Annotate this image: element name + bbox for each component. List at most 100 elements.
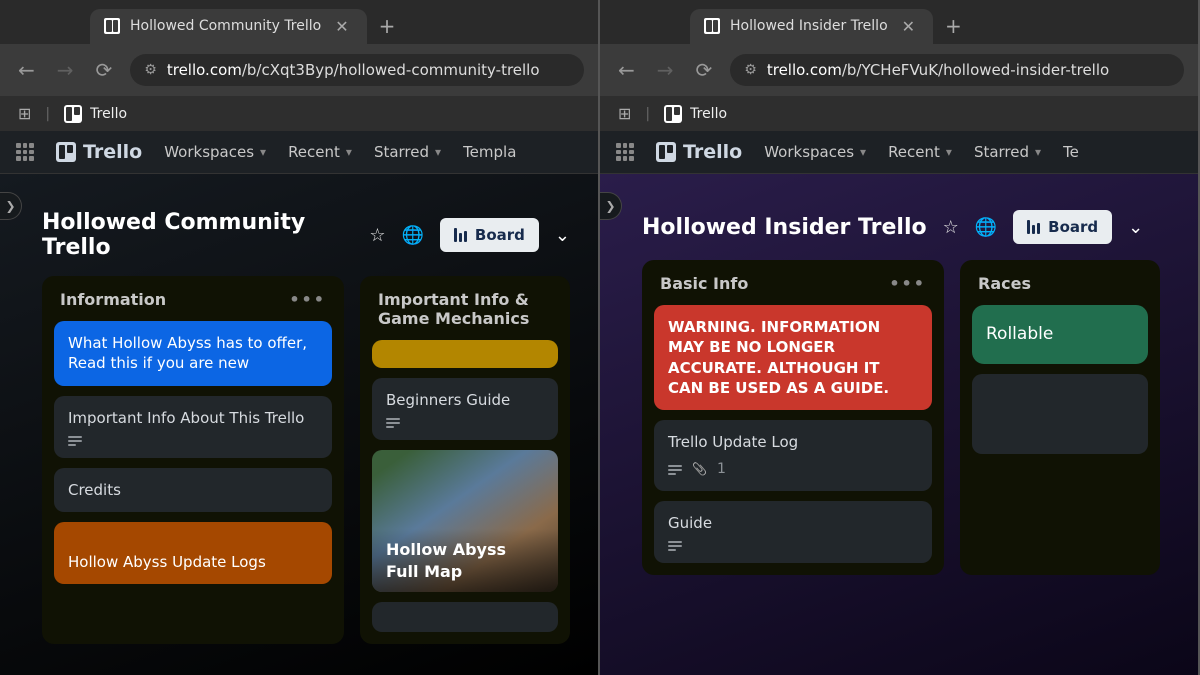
list-races: Races Rollable xyxy=(960,260,1160,575)
browser-tab[interactable]: Hollowed Community Trello ✕ xyxy=(90,9,367,44)
trello-logo[interactable]: Trello xyxy=(656,141,742,163)
chevron-down-icon: ▾ xyxy=(260,145,266,159)
board-header: Hollowed Community Trello ☆ 🌐 Board ⌄ xyxy=(0,174,598,276)
new-tab-button[interactable]: + xyxy=(367,8,408,44)
board-lists: Basic Info ••• WARNING. INFORMATION MAY B… xyxy=(600,260,1198,575)
new-tab-button[interactable]: + xyxy=(933,8,974,44)
trello-logo-mark xyxy=(56,142,76,162)
site-info-icon[interactable]: ⚙ xyxy=(744,62,757,78)
list-title: Races xyxy=(978,274,1031,293)
card[interactable] xyxy=(372,602,558,632)
card[interactable] xyxy=(972,374,1148,454)
star-icon[interactable]: ☆ xyxy=(943,217,959,238)
card-text: Credits xyxy=(68,481,121,499)
reload-button[interactable]: ⟳ xyxy=(692,54,717,86)
close-tab-icon[interactable]: ✕ xyxy=(898,17,919,36)
back-button[interactable]: ← xyxy=(14,54,39,86)
forward-button[interactable]: → xyxy=(653,54,678,86)
card[interactable]: Hollow Abyss Update Logs xyxy=(54,522,332,584)
app-switcher-icon[interactable] xyxy=(16,143,34,161)
card-text: Beginners Guide xyxy=(386,391,510,409)
board-button-label: Board xyxy=(1048,218,1098,236)
chevron-down-icon: ▾ xyxy=(435,145,441,159)
card-text: Important Info About This Trello xyxy=(68,409,304,427)
card-text: WARNING. INFORMATION MAY BE NO LONGER AC… xyxy=(668,318,889,397)
board-icon xyxy=(1027,220,1040,234)
card[interactable] xyxy=(372,340,558,368)
trello-icon xyxy=(64,105,82,123)
list-title: Important Info & Game Mechanics xyxy=(378,290,552,328)
card-text: Rollable xyxy=(986,324,1053,344)
board-icon xyxy=(454,228,467,242)
apps-icon[interactable]: ⊞ xyxy=(18,104,31,123)
board-title: Hollowed Community Trello xyxy=(42,210,353,260)
chevron-down-icon: ▾ xyxy=(1035,145,1041,159)
chevron-down-icon: ▾ xyxy=(946,145,952,159)
card-text: Guide xyxy=(668,514,712,532)
bookmarks-bar: ⊞ | Trello xyxy=(600,96,1198,131)
tab-title: Hollowed Insider Trello xyxy=(730,18,888,34)
nav-starred[interactable]: Starred▾ xyxy=(374,143,441,161)
url-text: trello.com/b/YCHeFVuK/hollowed-insider-t… xyxy=(767,61,1109,79)
bookmarks-bar: ⊞ | Trello xyxy=(0,96,598,131)
card[interactable]: Beginners Guide xyxy=(372,378,558,440)
board-menu-chevron[interactable]: ⌄ xyxy=(1128,217,1143,238)
attachment-icon xyxy=(692,460,707,479)
bookmark-label: Trello xyxy=(690,106,727,122)
description-icon xyxy=(668,541,682,551)
nav-starred[interactable]: Starred▾ xyxy=(974,143,1041,161)
reload-button[interactable]: ⟳ xyxy=(92,54,117,86)
apps-icon[interactable]: ⊞ xyxy=(618,104,631,123)
list-title: Basic Info xyxy=(660,274,748,293)
close-tab-icon[interactable]: ✕ xyxy=(331,17,352,36)
trello-logo[interactable]: Trello xyxy=(56,141,142,163)
card[interactable]: WARNING. INFORMATION MAY BE NO LONGER AC… xyxy=(654,305,932,410)
description-icon xyxy=(386,418,400,428)
app-switcher-icon[interactable] xyxy=(616,143,634,161)
nav-workspaces[interactable]: Workspaces▾ xyxy=(764,143,866,161)
card[interactable]: Rollable xyxy=(972,305,1148,364)
nav-workspaces[interactable]: Workspaces▾ xyxy=(164,143,266,161)
nav-templates[interactable]: Templa xyxy=(463,143,516,161)
list-menu-button[interactable]: ••• xyxy=(289,290,326,309)
bookmark-trello[interactable]: Trello xyxy=(664,105,727,123)
site-info-icon[interactable]: ⚙ xyxy=(144,62,157,78)
trello-navbar: Trello Workspaces▾ Recent▾ Starred▾ Temp… xyxy=(0,131,598,174)
card[interactable]: Credits xyxy=(54,468,332,512)
board-lists: Information ••• What Hollow Abyss has to … xyxy=(0,276,598,644)
description-icon xyxy=(68,436,82,446)
card-text: Trello Update Log xyxy=(668,433,798,451)
trello-favicon xyxy=(704,18,720,34)
list-important-info: Important Info & Game Mechanics Beginner… xyxy=(360,276,570,644)
browser-tab[interactable]: Hollowed Insider Trello ✕ xyxy=(690,9,933,44)
nav-templates[interactable]: Te xyxy=(1063,143,1079,161)
forward-button[interactable]: → xyxy=(53,54,78,86)
tab-strip: Hollowed Community Trello ✕ + xyxy=(0,0,598,44)
card[interactable]: Important Info About This Trello xyxy=(54,396,332,458)
board-header: Hollowed Insider Trello ☆ 🌐 Board ⌄ xyxy=(600,174,1198,260)
card-text: What Hollow Abyss has to offer, Read thi… xyxy=(68,334,307,372)
nav-recent[interactable]: Recent▾ xyxy=(888,143,952,161)
board-menu-chevron[interactable]: ⌄ xyxy=(555,225,570,246)
card-text: Hollow Abyss Update Logs xyxy=(68,553,266,571)
card[interactable]: Trello Update Log 1 xyxy=(654,420,932,491)
trello-favicon xyxy=(104,18,120,34)
url-input[interactable]: ⚙ trello.com/b/cXqt3Byp/hollowed-communi… xyxy=(130,54,584,86)
board-view-button[interactable]: Board xyxy=(1013,210,1112,244)
url-input[interactable]: ⚙ trello.com/b/YCHeFVuK/hollowed-insider… xyxy=(730,54,1184,86)
card-text: Hollow Abyss Full Map xyxy=(372,529,558,592)
star-icon[interactable]: ☆ xyxy=(369,225,385,246)
list-title: Information xyxy=(60,290,166,309)
card-with-cover[interactable]: Hollow Abyss Full Map xyxy=(372,450,558,592)
visibility-icon[interactable]: 🌐 xyxy=(401,225,423,246)
nav-recent[interactable]: Recent▾ xyxy=(288,143,352,161)
visibility-icon[interactable]: 🌐 xyxy=(975,217,997,238)
card[interactable]: Guide xyxy=(654,501,932,563)
trello-navbar: Trello Workspaces▾ Recent▾ Starred▾ Te xyxy=(600,131,1198,174)
list-menu-button[interactable]: ••• xyxy=(889,274,926,293)
back-button[interactable]: ← xyxy=(614,54,639,86)
board-view-button[interactable]: Board xyxy=(440,218,539,252)
card[interactable]: What Hollow Abyss has to offer, Read thi… xyxy=(54,321,332,386)
bookmark-trello[interactable]: Trello xyxy=(64,105,127,123)
tab-title: Hollowed Community Trello xyxy=(130,18,321,34)
